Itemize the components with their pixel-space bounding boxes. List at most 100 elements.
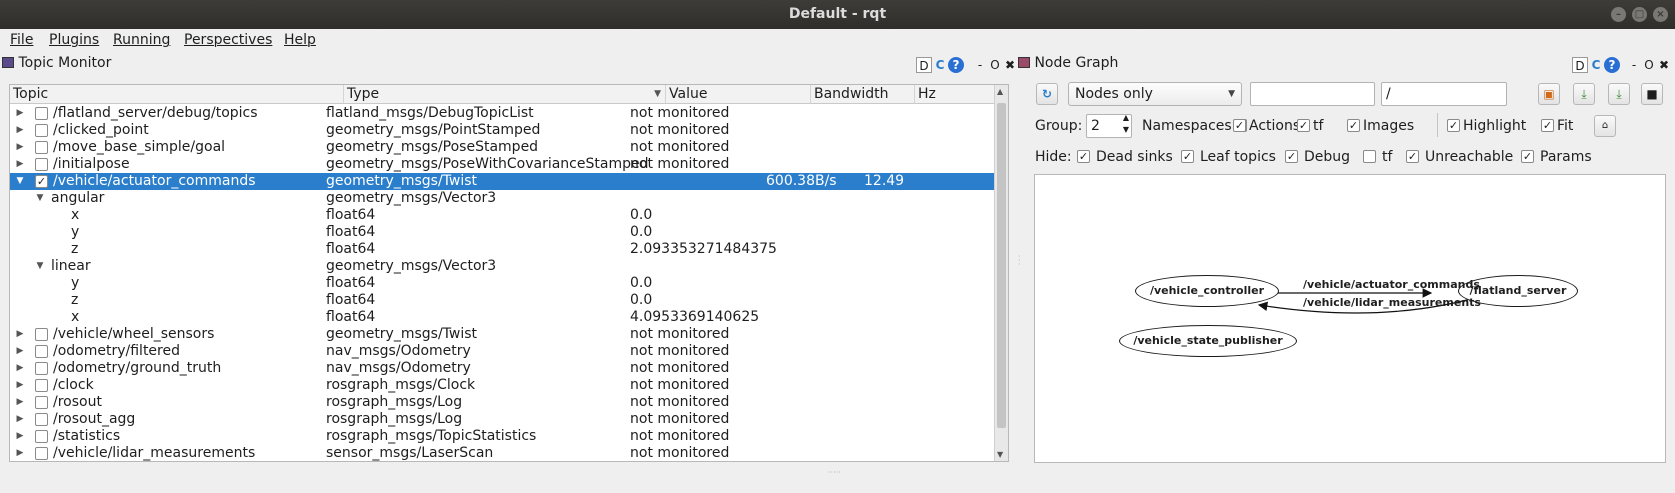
topic-checkbox[interactable] (35, 413, 48, 426)
topic-checkbox[interactable] (35, 447, 48, 460)
spin-arrows-icon[interactable]: ▲ ▼ (1123, 112, 1129, 136)
ng-help-icon[interactable]: ? (1604, 57, 1620, 73)
table-row[interactable]: z float64 2.093353271484375 (10, 241, 996, 258)
hide-checkbox-tf[interactable] (1363, 150, 1376, 163)
minimize-icon[interactable]: – (1611, 7, 1626, 22)
minimize-dock-icon[interactable]: - (972, 57, 988, 73)
expand-closed-icon[interactable]: ▶ (14, 326, 26, 343)
ng-reload-icon[interactable]: C (1588, 57, 1604, 73)
menu-file[interactable]: File (10, 32, 33, 48)
table-row[interactable]: y float64 0.0 (10, 275, 996, 292)
expand-closed-icon[interactable]: ▶ (14, 360, 26, 377)
expand-closed-icon[interactable]: ▶ (14, 343, 26, 360)
col-value[interactable]: Value (666, 85, 811, 104)
expand-closed-icon[interactable]: ▶ (14, 122, 26, 139)
expand-closed-icon[interactable]: ▶ (14, 377, 26, 394)
option-checkbox-highlight[interactable]: ✓ (1447, 119, 1460, 132)
table-row[interactable]: ▶ /statistics rosgraph_msgs/TopicStatistic… (10, 428, 996, 445)
ng-float-dock-button[interactable]: O (1641, 57, 1657, 73)
graph-canvas[interactable]: /vehicle_controller /flatland_server /ve… (1034, 174, 1666, 463)
topic-checkbox[interactable] (35, 362, 48, 375)
table-row[interactable]: ▶ /odometry/filtered nav_msgs/Odometry not … (10, 343, 996, 360)
menu-running[interactable]: Running (113, 32, 170, 48)
hide-checkbox-params[interactable]: ✓ (1521, 150, 1534, 163)
col-bandwidth[interactable]: Bandwidth (811, 85, 915, 104)
node-filter-input[interactable] (1250, 82, 1375, 106)
save-image-icon[interactable]: ■ (1641, 83, 1663, 105)
refresh-graph-icon[interactable]: ↻ (1036, 83, 1058, 105)
splitter-handle[interactable]: · · · (1018, 253, 1021, 269)
scroll-up-icon[interactable]: ▲ (997, 87, 1003, 96)
ng-close-dock-button[interactable]: ✖ (1656, 57, 1672, 73)
node-vehicle-controller[interactable]: /vehicle_controller (1135, 275, 1279, 307)
float-dock-button[interactable]: O (987, 57, 1003, 73)
bottom-splitter-handle[interactable]: ····· (828, 468, 841, 477)
close-dock-button[interactable]: ✖ (1002, 57, 1018, 73)
table-row[interactable]: ▶ /rosout_agg rosgraph_msgs/Log not monitor… (10, 411, 996, 428)
hide-checkbox-unreachable[interactable]: ✓ (1406, 150, 1419, 163)
node-vehicle-state-publisher[interactable]: /vehicle_state_publisher (1119, 325, 1297, 357)
expand-closed-icon[interactable]: ▶ (14, 105, 26, 122)
topic-checkbox[interactable] (35, 158, 48, 171)
scroll-down-icon[interactable]: ▼ (997, 450, 1003, 459)
graph-mode-combo[interactable]: Nodes only ▼ (1068, 82, 1242, 106)
fit-view-icon[interactable]: ⌂ (1594, 115, 1616, 137)
menu-perspectives[interactable]: Perspectives (184, 32, 272, 48)
topic-checkbox[interactable] (35, 430, 48, 443)
table-row[interactable]: y float64 0.0 (10, 224, 996, 241)
expand-closed-icon[interactable]: ▶ (14, 394, 26, 411)
vertical-scrollbar[interactable]: ▲ ▼ (994, 85, 1008, 461)
save-dot-icon[interactable]: ⤓ (1573, 83, 1595, 105)
option-checkbox-fit[interactable]: ✓ (1541, 119, 1554, 132)
menu-help[interactable]: Help (284, 32, 316, 48)
option-checkbox-namespaces[interactable]: ✓ (1233, 119, 1246, 132)
expand-open-icon[interactable]: ▼ (34, 190, 46, 207)
table-row[interactable]: ▶ /flatland_server/debug/topics flatland_m… (10, 105, 996, 122)
col-hz[interactable]: Hz (915, 85, 996, 104)
maximize-icon[interactable]: □ (1632, 7, 1647, 22)
table-row[interactable]: ▶ /move_base_simple/goal geometry_msgs/Pos… (10, 139, 996, 156)
topic-checkbox[interactable] (35, 379, 48, 392)
topic-checkbox[interactable] (35, 124, 48, 137)
save-svg-icon[interactable]: ⤓ (1608, 83, 1630, 105)
hide-checkbox-leaf-topics[interactable]: ✓ (1181, 150, 1194, 163)
topic-checkbox[interactable] (35, 396, 48, 409)
close-window-icon[interactable]: × (1653, 7, 1668, 22)
expand-closed-icon[interactable]: ▶ (14, 428, 26, 445)
hide-checkbox-debug[interactable]: ✓ (1285, 150, 1298, 163)
table-row[interactable]: ▶ /vehicle/lidar_measurements sensor_msgs/… (10, 445, 996, 462)
dock-d-button[interactable]: D (916, 57, 932, 73)
expand-closed-icon[interactable]: ▶ (14, 411, 26, 428)
table-row[interactable]: ▼ ✓ /vehicle/actuator_commands geometry_msg… (10, 173, 996, 190)
col-topic[interactable]: Topic (10, 85, 344, 104)
expand-open-icon[interactable]: ▼ (34, 258, 46, 275)
ng-dock-d-button[interactable]: D (1572, 57, 1588, 73)
load-dot-icon[interactable]: ▣ (1538, 83, 1560, 105)
topic-filter-input[interactable]: / (1381, 82, 1507, 106)
expand-open-icon[interactable]: ▼ (14, 173, 26, 190)
group-spinbox[interactable]: 2 ▲ ▼ (1086, 112, 1132, 138)
table-row[interactable]: z float64 0.0 (10, 292, 996, 309)
table-row[interactable]: x float64 4.0953369140625 (10, 309, 996, 326)
table-row[interactable]: ▶ /odometry/ground_truth nav_msgs/Odometry… (10, 360, 996, 377)
hide-checkbox-dead-sinks[interactable]: ✓ (1077, 150, 1090, 163)
table-row[interactable]: ▶ /initialpose geometry_msgs/PoseWithCovar… (10, 156, 996, 173)
table-row[interactable]: ▶ /clock rosgraph_msgs/Clock not monitored (10, 377, 996, 394)
topic-checkbox[interactable] (35, 328, 48, 341)
scroll-thumb[interactable] (997, 103, 1006, 428)
table-row[interactable]: ▶ /clicked_point geometry_msgs/PointStampe… (10, 122, 996, 139)
option-checkbox-tf[interactable]: ✓ (1297, 119, 1310, 132)
expand-closed-icon[interactable]: ▶ (14, 139, 26, 156)
expand-closed-icon[interactable]: ▶ (14, 445, 26, 462)
expand-closed-icon[interactable]: ▶ (14, 156, 26, 173)
table-row[interactable]: ▶ /rosout rosgraph_msgs/Log not monitored (10, 394, 996, 411)
ng-minimize-dock-icon[interactable]: - (1626, 57, 1642, 73)
help-icon[interactable]: ? (948, 57, 964, 73)
topic-checkbox[interactable] (35, 107, 48, 120)
table-row[interactable]: ▶ /vehicle/wheel_sensors geometry_msgs/Twi… (10, 326, 996, 343)
col-type[interactable]: Type ▼ (344, 85, 666, 104)
table-row[interactable]: ▼ angular geometry_msgs/Vector3 (10, 190, 996, 207)
table-row[interactable]: ▼ linear geometry_msgs/Vector3 (10, 258, 996, 275)
menu-plugins[interactable]: Plugins (49, 32, 99, 48)
topic-checkbox[interactable] (35, 141, 48, 154)
